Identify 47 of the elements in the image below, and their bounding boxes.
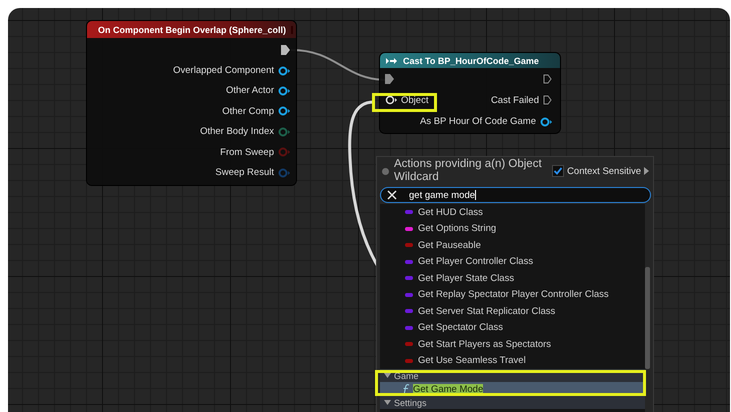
exec-pin-icon[interactable] [281,45,290,56]
clear-icon[interactable] [387,190,397,200]
pin-icon[interactable] [385,95,397,106]
exec-pin-icon[interactable] [543,95,552,106]
action-item[interactable]: Get Use Seamless Travel [380,352,645,369]
node-title: On Component Begin Overlap (Sphere_coll) [98,24,286,34]
scrollbar-thumb[interactable] [645,267,650,369]
highlight-box [372,93,437,112]
pin-icon[interactable] [540,116,552,127]
checkbox-label: Context Sensitive [567,166,641,176]
category-label: Game [394,370,419,380]
node-title: Cast To BP_HourOfCode_Game [403,56,540,66]
category-row[interactable]: Settings [380,396,645,409]
expand-triangle-icon[interactable] [384,400,391,405]
pin-label: Other Comp [222,106,274,117]
pin-label: Cast Failed [490,94,539,106]
exec-pin-icon[interactable] [543,74,552,84]
exec-pin-icon[interactable] [385,74,394,84]
pin-label: Other Actor [226,85,274,96]
cast-arrows-icon [386,56,398,64]
category-label: Settings [394,398,427,408]
action-item[interactable]: Get Server Stat Replicator Class [380,303,645,320]
pin-label: Overlapped Component [173,65,274,76]
action-item[interactable]: Get Spectator Class [380,320,645,336]
pin-label: Sweep Result [215,167,274,178]
pin-label: As BP Hour Of Code Game [420,116,536,128]
context-sensitive-checkbox[interactable] [552,165,564,177]
pin-icon[interactable] [278,66,290,76]
action-item[interactable]: Get Player Controller Class [380,254,645,270]
pin-label: Other Body Index [200,126,274,138]
function-icon [402,384,410,394]
action-item[interactable]: Get Player State Class [380,270,645,286]
search-field[interactable]: get game mode [380,187,651,203]
action-label: Get Game Mode [413,384,484,394]
action-item[interactable]: Get Start Players as Spectators [380,336,645,352]
action-item[interactable]: Get Pauseable [380,237,645,254]
pin-icon[interactable] [278,86,290,96]
status-dot-icon [382,168,389,174]
expand-arrow-icon[interactable] [644,167,649,175]
pin-icon[interactable] [278,106,290,116]
menu-title: Actions providing a(n) Object Wildcard [394,158,543,184]
expand-triangle-icon[interactable] [384,373,391,378]
pin-label: From Sweep [220,146,274,158]
action-item[interactable]: Get HUD Class [380,204,645,220]
action-item[interactable]: Get Options String [380,220,645,237]
pin-label: Object [401,94,428,106]
action-item[interactable]: Get Replay Spectator Player Controller Class [380,286,645,303]
